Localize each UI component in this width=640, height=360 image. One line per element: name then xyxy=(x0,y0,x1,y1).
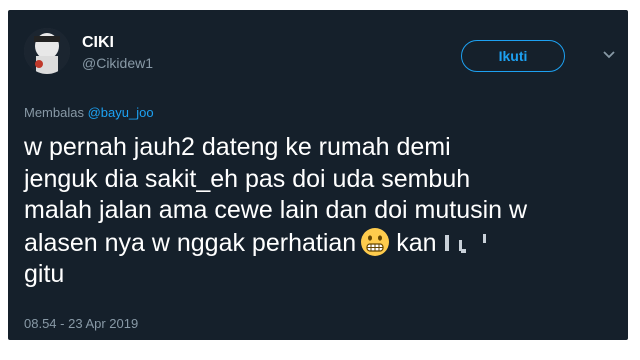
tweet-timestamp[interactable]: 08.54 - 23 Apr 2019 xyxy=(24,316,138,331)
chevron-down-icon[interactable] xyxy=(602,48,616,62)
tweet-header: CIKI @Cikidew1 Ikuti xyxy=(24,28,615,78)
tweet-text-line: alasen nya w nggak perhatian kan xyxy=(24,227,614,260)
author-names: CIKI @Cikidew1 xyxy=(82,34,153,72)
tweet-text-line: malah jalan ama cewe lain dan doi mutusi… xyxy=(24,196,528,224)
follow-button[interactable]: Ikuti xyxy=(461,40,565,72)
obscured-text xyxy=(444,233,486,253)
author-handle[interactable]: @Cikidew1 xyxy=(82,54,153,72)
tweet-text-line: gitu xyxy=(24,260,65,288)
tweet-text-line: w pernah jauh2 dateng ke rumah demi xyxy=(24,133,451,161)
avatar-image xyxy=(24,28,70,74)
author-display-name[interactable]: CIKI xyxy=(82,34,153,52)
avatar[interactable] xyxy=(24,28,70,74)
reply-prefix: Membalas xyxy=(24,105,84,120)
tweet-text-line: jenguk dia sakit_eh pas doi uda sembuh xyxy=(24,164,471,193)
tweet-card: CIKI @Cikidew1 Ikuti Membalas @bayu_joo … xyxy=(8,10,628,340)
reply-mention-link[interactable]: @bayu_joo xyxy=(88,105,154,120)
reply-context: Membalas @bayu_joo xyxy=(24,105,154,120)
tweet-text-segment: alasen nya w nggak perhatian xyxy=(24,228,357,257)
tweet-text-segment: kan xyxy=(396,228,437,257)
grimacing-face-icon xyxy=(361,227,390,256)
tweet-text: w pernah jauh2 dateng ke rumah demi jeng… xyxy=(24,132,614,291)
